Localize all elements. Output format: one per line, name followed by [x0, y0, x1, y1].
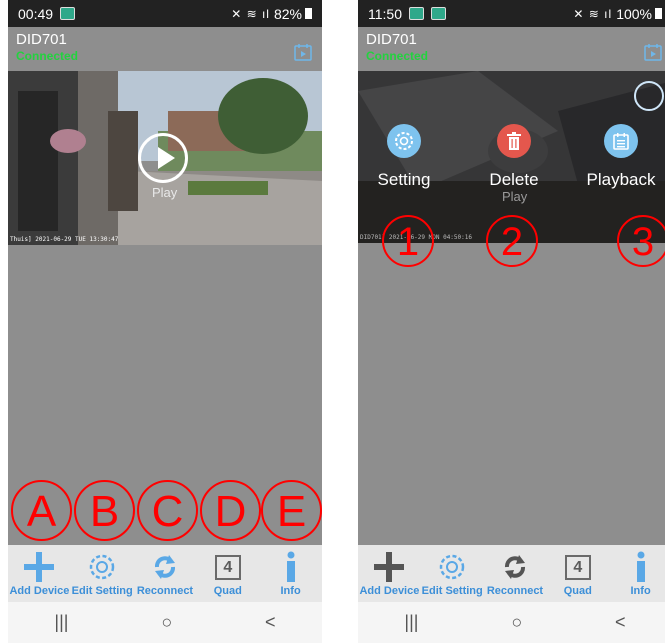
reconnect-label: Reconnect [486, 585, 544, 597]
edit-setting-label: Edit Setting [71, 585, 133, 597]
play-label: Play [152, 185, 178, 200]
battery-level: 100% [616, 5, 652, 22]
notification-icon [431, 7, 446, 20]
delete-action[interactable]: Delete [464, 124, 564, 190]
calendar-play-icon[interactable] [294, 43, 312, 61]
device-name: DID701 [366, 31, 417, 48]
refresh-icon [504, 555, 525, 579]
connection-status: Connected [16, 49, 79, 63]
edit-setting-button[interactable]: Edit Setting [71, 545, 134, 602]
calendar-list-icon [613, 133, 629, 150]
status-time: 00:49 [18, 5, 54, 22]
battery-icon [305, 8, 312, 19]
setting-label: Setting [377, 170, 431, 189]
quad-grid-icon: 4 [214, 554, 241, 580]
plus-icon [24, 552, 55, 582]
gear-icon [395, 132, 413, 150]
info-icon [286, 551, 295, 582]
video-timestamp: Thuis] 2021-06-29 TUE 13:30:47 [10, 236, 119, 243]
phone-screen-left: 00:49 ✕ ≋ ıl 82% DID701 Connected Play T… [8, 0, 322, 643]
delete-label: Delete [489, 170, 539, 189]
setting-action[interactable]: Setting [358, 124, 454, 190]
trash-icon [507, 132, 521, 150]
reconnect-button[interactable]: Reconnect [484, 545, 547, 602]
signal-icon: ✕ ≋ ıl [231, 6, 270, 21]
bottom-toolbar: Add Device Edit Setting Reconnect 4 Quad… [358, 545, 665, 602]
marker-a: A [11, 480, 72, 541]
marker-1: 1 [382, 215, 434, 267]
edit-setting-button[interactable]: Edit Setting [421, 545, 484, 602]
recent-apps-button[interactable]: ||| [404, 612, 418, 633]
refresh-icon [154, 555, 175, 579]
marker-3: 3 [617, 215, 665, 267]
play-button[interactable] [138, 133, 188, 183]
device-header[interactable]: DID701 Connected [358, 27, 665, 71]
add-device-label: Add Device [9, 585, 70, 597]
home-button[interactable]: ○ [161, 612, 172, 633]
notification-icon [409, 7, 424, 20]
info-label: Info [630, 585, 651, 597]
add-device-button[interactable]: Add Device [8, 545, 71, 602]
plus-icon [374, 552, 405, 582]
marker-c: C [137, 480, 198, 541]
playback-action[interactable]: Playback [571, 124, 665, 190]
status-bar: 11:50 ✕ ≋ ıl 100% [358, 0, 665, 27]
quad-label: Quad [563, 585, 592, 597]
gear-icon [89, 554, 115, 580]
signal-icon: ✕ ≋ ıl [573, 6, 613, 21]
quad-grid-icon: 4 [564, 554, 591, 580]
play-label: Play [502, 189, 528, 204]
connection-status: Connected [366, 49, 429, 63]
quad-button[interactable]: 4 Quad [546, 545, 609, 602]
bottom-toolbar: Add Device Edit Setting Reconnect 4 Quad… [8, 545, 322, 602]
reconnect-button[interactable]: Reconnect [134, 545, 197, 602]
info-label: Info [280, 585, 301, 597]
reconnect-label: Reconnect [136, 585, 194, 597]
status-bar: 00:49 ✕ ≋ ıl 82% [8, 0, 322, 27]
marker-2: 2 [486, 215, 538, 267]
device-header[interactable]: DID701 Connected [8, 27, 322, 71]
add-device-button[interactable]: Add Device [358, 545, 421, 602]
edit-setting-label: Edit Setting [421, 585, 483, 597]
battery-icon [655, 8, 662, 19]
info-button[interactable]: Info [609, 545, 665, 602]
device-name: DID701 [16, 31, 67, 48]
system-nav-bar: ||| ○ < [8, 602, 322, 643]
phone-screen-right: 11:50 ✕ ≋ ıl 100% DID701 Connected Play … [358, 0, 665, 643]
calendar-play-icon[interactable] [644, 43, 662, 61]
selection-ring[interactable] [634, 81, 664, 111]
quad-label: Quad [213, 585, 242, 597]
battery-level: 82% [273, 5, 302, 22]
add-device-label: Add Device [359, 585, 420, 597]
playback-label: Playback [586, 170, 656, 189]
back-button[interactable]: < [265, 612, 276, 633]
quad-button[interactable]: 4 Quad [196, 545, 259, 602]
home-button[interactable]: ○ [511, 612, 522, 633]
marker-b: B [74, 480, 135, 541]
info-button[interactable]: Info [259, 545, 322, 602]
recent-apps-button[interactable]: ||| [54, 612, 68, 633]
notification-icon [60, 7, 76, 20]
gear-icon [439, 554, 465, 580]
back-button[interactable]: < [615, 612, 626, 633]
marker-d: D [200, 480, 261, 541]
camera-video-view[interactable]: Play Thuis] 2021-06-29 TUE 13:30:47 [8, 71, 322, 245]
status-time: 11:50 [368, 5, 402, 22]
marker-e: E [261, 480, 322, 541]
system-nav-bar: ||| ○ < [358, 602, 665, 643]
info-icon [636, 551, 645, 582]
